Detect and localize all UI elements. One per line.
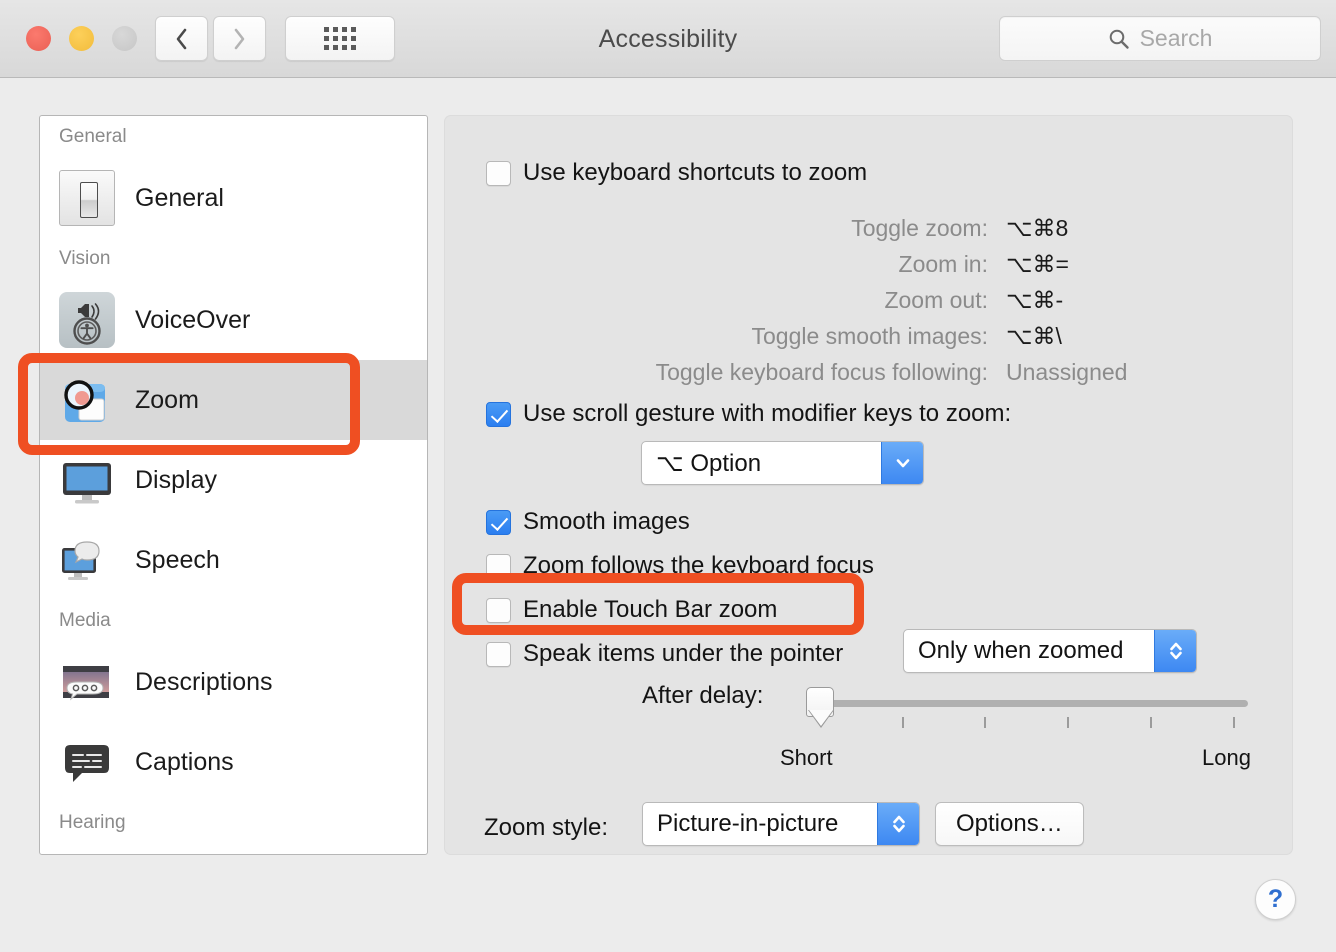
smooth-images-checkbox[interactable] bbox=[486, 509, 511, 535]
voiceover-icon bbox=[59, 292, 115, 348]
sidebar-group-hearing: Hearing bbox=[59, 812, 126, 833]
display-icon bbox=[59, 452, 115, 508]
shortcut-row: Toggle keyboard focus following: Unassig… bbox=[444, 354, 1293, 390]
slider-track bbox=[818, 700, 1248, 707]
zoom-style-label: Zoom style: bbox=[484, 814, 609, 841]
zoom-follows-focus-label: Zoom follows the keyboard focus bbox=[523, 552, 874, 579]
sidebar-item-label: VoiceOver bbox=[135, 305, 251, 334]
touch-bar-zoom-checkbox[interactable] bbox=[486, 597, 511, 623]
after-delay-slider[interactable] bbox=[806, 687, 1248, 745]
touch-bar-zoom-label: Enable Touch Bar zoom bbox=[523, 596, 778, 623]
shortcut-row: Zoom in: ⌥⌘= bbox=[444, 246, 1293, 282]
shortcut-key: Toggle keyboard focus following: bbox=[655, 358, 988, 385]
slider-max-label: Long bbox=[1202, 745, 1251, 770]
search-icon bbox=[1109, 29, 1129, 49]
smooth-images-label: Smooth images bbox=[523, 508, 690, 535]
shortcut-key: Zoom in: bbox=[898, 250, 988, 277]
sidebar-item-captions[interactable]: Captions bbox=[40, 722, 427, 802]
toggle-switch-icon bbox=[59, 170, 115, 226]
zoom-style-value: Picture-in-picture bbox=[657, 810, 839, 837]
stepper-chevrons-icon bbox=[877, 803, 919, 845]
use-keyboard-shortcuts-label: Use keyboard shortcuts to zoom bbox=[523, 159, 868, 186]
sidebar-group-general: General bbox=[59, 126, 127, 147]
sidebar-group-vision: Vision bbox=[59, 248, 111, 269]
chevron-down-icon bbox=[881, 442, 923, 484]
zoom-style-popup[interactable]: Picture-in-picture bbox=[642, 802, 920, 846]
sidebar-item-general[interactable]: General bbox=[40, 158, 427, 238]
sidebar-item-descriptions[interactable]: Descriptions bbox=[40, 642, 427, 722]
zoom-follows-focus-checkbox[interactable] bbox=[486, 553, 511, 579]
slider-thumb[interactable] bbox=[806, 687, 834, 728]
sidebar-item-label: Captions bbox=[135, 747, 234, 776]
stepper-chevrons-icon bbox=[1154, 630, 1196, 672]
category-sidebar[interactable]: General General Vision VoiceOver Zoom Di… bbox=[39, 115, 428, 855]
sidebar-item-label: Display bbox=[135, 465, 217, 494]
zoom-follows-focus-row[interactable]: Zoom follows the keyboard focus bbox=[486, 552, 874, 580]
slider-tick bbox=[984, 717, 986, 728]
speak-items-popup[interactable]: Only when zoomed bbox=[903, 629, 1197, 673]
slider-min-label: Short bbox=[780, 745, 833, 770]
window-titlebar: Accessibility Search bbox=[0, 0, 1336, 78]
modifier-key-value: ⌥ Option bbox=[656, 449, 762, 477]
sidebar-item-label: General bbox=[135, 183, 224, 212]
preferences-window: Accessibility Search General General Vis… bbox=[0, 0, 1336, 952]
shortcut-value: Unassigned bbox=[1006, 358, 1128, 385]
use-keyboard-shortcuts-row[interactable]: Use keyboard shortcuts to zoom bbox=[486, 159, 867, 187]
speak-items-popup-value: Only when zoomed bbox=[918, 637, 1124, 664]
speak-items-label: Speak items under the pointer bbox=[523, 640, 844, 667]
shortcut-value: ⌥⌘- bbox=[1006, 286, 1064, 313]
scroll-gesture-checkbox[interactable] bbox=[486, 401, 511, 427]
sidebar-item-speech[interactable]: Speech bbox=[40, 520, 427, 600]
use-keyboard-shortcuts-checkbox[interactable] bbox=[486, 160, 511, 186]
captions-icon bbox=[59, 734, 115, 790]
scroll-gesture-label: Use scroll gesture with modifier keys to… bbox=[523, 400, 1012, 427]
sidebar-item-label: Speech bbox=[135, 545, 220, 574]
search-placeholder: Search bbox=[1139, 25, 1213, 51]
speak-items-row[interactable]: Speak items under the pointer bbox=[486, 640, 843, 668]
shortcut-row: Toggle zoom: ⌥⌘8 bbox=[444, 210, 1293, 246]
slider-tick bbox=[902, 717, 904, 728]
shortcut-row: Toggle smooth images: ⌥⌘\ bbox=[444, 318, 1293, 354]
zoom-options-button-label: Options… bbox=[956, 810, 1063, 837]
shortcut-row: Zoom out: ⌥⌘- bbox=[444, 282, 1293, 318]
slider-tick bbox=[1233, 717, 1235, 728]
question-mark-icon: ? bbox=[1267, 885, 1284, 913]
smooth-images-row[interactable]: Smooth images bbox=[486, 508, 690, 536]
sidebar-item-label: Descriptions bbox=[135, 667, 273, 696]
after-delay-label: After delay: bbox=[642, 682, 764, 709]
sidebar-group-media: Media bbox=[59, 610, 111, 631]
touch-bar-zoom-row[interactable]: Enable Touch Bar zoom bbox=[486, 596, 777, 624]
sidebar-item-voiceover[interactable]: VoiceOver bbox=[40, 280, 427, 360]
sidebar-item-label: Zoom bbox=[135, 385, 199, 414]
zoom-icon bbox=[59, 372, 115, 428]
scroll-gesture-row[interactable]: Use scroll gesture with modifier keys to… bbox=[486, 400, 1011, 428]
shortcut-value: ⌥⌘= bbox=[1006, 250, 1069, 277]
slider-tick bbox=[1150, 717, 1152, 728]
shortcut-key: Toggle smooth images: bbox=[751, 322, 988, 349]
speak-items-checkbox[interactable] bbox=[486, 641, 511, 667]
shortcut-key: Toggle zoom: bbox=[851, 214, 988, 241]
speech-icon bbox=[59, 532, 115, 588]
window-footer: Show Accessibility status in menu bar bbox=[0, 875, 1336, 952]
shortcut-list: Toggle zoom: ⌥⌘8 Zoom in: ⌥⌘= Zoom out: … bbox=[444, 210, 1293, 390]
search-input[interactable]: Search bbox=[999, 16, 1321, 61]
modifier-key-popup[interactable]: ⌥ Option bbox=[641, 441, 924, 485]
zoom-settings-pane: Use keyboard shortcuts to zoom Toggle zo… bbox=[444, 115, 1293, 855]
help-button[interactable]: ? bbox=[1255, 879, 1296, 920]
sidebar-item-zoom[interactable]: Zoom bbox=[40, 360, 427, 440]
slider-tick bbox=[1067, 717, 1069, 728]
shortcut-value: ⌥⌘\ bbox=[1006, 322, 1062, 349]
shortcut-key: Zoom out: bbox=[884, 286, 988, 313]
zoom-options-button[interactable]: Options… bbox=[935, 802, 1084, 846]
shortcut-value: ⌥⌘8 bbox=[1006, 214, 1069, 241]
sidebar-item-display[interactable]: Display bbox=[40, 440, 427, 520]
descriptions-icon bbox=[59, 654, 115, 710]
